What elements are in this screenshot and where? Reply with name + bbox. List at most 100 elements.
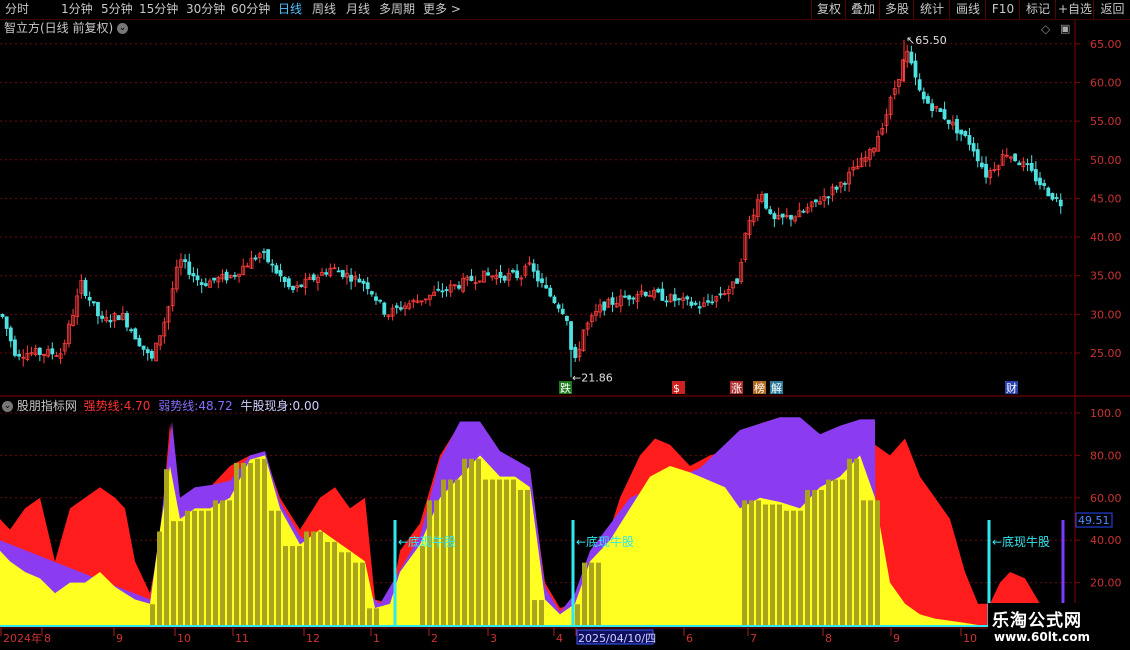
candle-body xyxy=(967,135,972,145)
candle-body xyxy=(672,294,677,301)
chevron-down-icon[interactable]: ⌄ xyxy=(117,23,129,34)
date-label: 10 xyxy=(177,632,191,645)
candle-body xyxy=(91,301,96,304)
candle-body xyxy=(602,301,607,311)
candle-body xyxy=(685,296,690,300)
olive-bar xyxy=(206,510,211,625)
candle-body xyxy=(942,109,947,120)
date-label: 9 xyxy=(116,632,123,645)
candle-body xyxy=(693,302,698,305)
watermark-logo: 乐淘公式网 www.60lt.com xyxy=(988,603,1130,650)
candle-body xyxy=(1054,197,1059,199)
candle-body xyxy=(262,251,266,253)
event-marker-label: $ xyxy=(673,382,680,395)
weak-line-label: 弱势线: xyxy=(158,399,199,413)
candle-body xyxy=(83,279,88,296)
candle-body xyxy=(137,337,142,347)
olive-bar xyxy=(525,489,530,625)
olive-bar xyxy=(157,531,162,625)
olive-bar xyxy=(262,458,267,625)
candle-body xyxy=(382,302,387,315)
candle-body xyxy=(573,346,578,359)
candle-body xyxy=(374,296,378,301)
watermark-title: 乐淘公式网 xyxy=(992,611,1082,631)
date-label: 12 xyxy=(306,632,320,645)
candle-body xyxy=(199,282,204,285)
indicator-tick-label: 40.00 xyxy=(1090,534,1122,547)
candle-body xyxy=(125,313,129,328)
olive-bar xyxy=(192,510,197,625)
candle-body xyxy=(361,280,366,284)
olive-bar xyxy=(448,479,453,625)
date-label: 8 xyxy=(825,632,832,645)
candle-body xyxy=(1017,162,1022,166)
candle-body xyxy=(0,314,5,317)
indicator-name: 股朋指标网 xyxy=(16,399,77,413)
olive-bar xyxy=(367,608,372,625)
candle-body xyxy=(457,285,461,289)
candle-body xyxy=(398,307,403,310)
olive-bar xyxy=(575,604,580,625)
candle-body xyxy=(706,300,710,303)
strong-line-label: 强势线: xyxy=(83,399,124,413)
candle-body xyxy=(282,276,287,283)
chevron-down-icon[interactable]: ⌄ xyxy=(2,401,13,412)
price-tick-label: 40.00 xyxy=(1090,231,1122,244)
candle-body xyxy=(324,272,329,275)
candle-body xyxy=(955,118,959,134)
olive-bar xyxy=(332,541,337,625)
price-panel-header: 智立方(日线 前复权) ⌄ xyxy=(4,21,129,35)
olive-bar xyxy=(868,500,873,625)
candle-body xyxy=(270,263,275,266)
olive-bar xyxy=(374,608,379,625)
candle-body xyxy=(560,308,565,315)
panel-toggle-icon[interactable]: ▣ xyxy=(1060,22,1070,36)
candle-body xyxy=(340,270,345,278)
candle-body xyxy=(369,291,374,295)
candle-body xyxy=(789,215,793,220)
indicator-tick-label: 20.00 xyxy=(1090,577,1122,590)
olive-bar xyxy=(532,600,537,625)
candle-body xyxy=(440,290,445,293)
date-label: 7 xyxy=(750,632,757,645)
olive-bar xyxy=(840,479,845,625)
candle-body xyxy=(1029,162,1034,171)
olive-bar xyxy=(234,462,239,625)
olive-bar xyxy=(290,546,295,625)
olive-bar xyxy=(339,552,344,625)
candle-body xyxy=(274,265,279,274)
candle-body xyxy=(187,261,192,275)
candle-body xyxy=(511,270,515,273)
olive-bar xyxy=(353,562,358,625)
candle-body xyxy=(266,249,271,263)
olive-bar xyxy=(199,510,204,625)
olive-bar xyxy=(255,458,260,625)
event-marker-label: 跌 xyxy=(560,381,571,395)
candle-body xyxy=(116,315,121,321)
event-marker-label: 财 xyxy=(1006,381,1017,395)
candle-body xyxy=(610,297,615,305)
candle-body xyxy=(149,350,154,359)
candle-body xyxy=(378,299,383,302)
bull-signal-text: ←底现牛股 xyxy=(398,534,456,549)
olive-bar xyxy=(847,458,852,625)
candle-body xyxy=(843,183,847,185)
olive-bar xyxy=(469,458,474,625)
olive-bar xyxy=(213,500,218,625)
candle-body xyxy=(349,274,354,282)
price-tick-label: 45.00 xyxy=(1090,192,1122,205)
candle-body xyxy=(664,300,669,303)
indicator-tick-label: 80.00 xyxy=(1090,449,1122,462)
candle-body xyxy=(971,143,976,152)
diamond-icon[interactable]: ◇ xyxy=(1041,22,1050,36)
candle-body xyxy=(108,320,113,323)
candle-body xyxy=(959,129,964,135)
candle-body xyxy=(535,270,540,282)
candle-body xyxy=(1046,187,1051,197)
candle-body xyxy=(552,296,557,304)
date-label: 9 xyxy=(893,632,900,645)
date-label: 2024年 xyxy=(3,631,42,645)
olive-bar xyxy=(434,500,439,625)
candle-body xyxy=(980,162,984,168)
olive-bar xyxy=(164,469,169,625)
